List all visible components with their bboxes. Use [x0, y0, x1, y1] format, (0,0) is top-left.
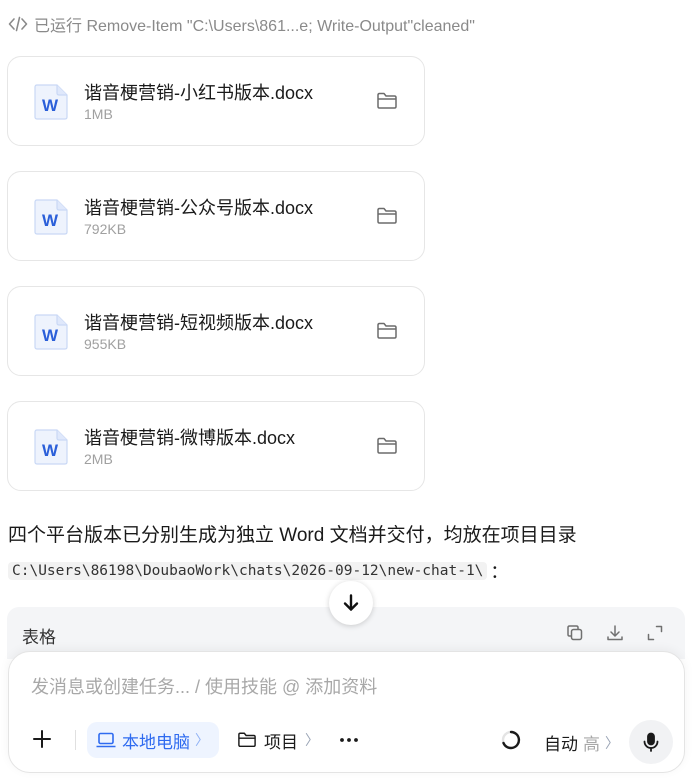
- auto-mode-level: 高: [583, 735, 600, 754]
- download-icon[interactable]: [605, 623, 625, 643]
- folder-icon: [237, 731, 257, 749]
- folder-icon[interactable]: [376, 91, 398, 111]
- file-card[interactable]: W 谐音梗营销-公众号版本.docx 792KB: [7, 171, 425, 261]
- chevron-right-icon: 〉: [305, 732, 319, 748]
- file-card[interactable]: W 谐音梗营销-短视频版本.docx 955KB: [7, 286, 425, 376]
- project-button[interactable]: 项目 〉: [233, 722, 323, 758]
- scroll-to-bottom-button[interactable]: [329, 581, 373, 625]
- more-options-button[interactable]: [337, 728, 361, 752]
- file-name: 谐音梗营销-公众号版本.docx: [84, 198, 314, 218]
- project-label: 项目: [264, 732, 298, 752]
- file-card[interactable]: W 谐音梗营销-微博版本.docx 2MB: [7, 401, 425, 491]
- local-computer-label: 本地电脑: [122, 732, 190, 752]
- command-run-line[interactable]: 已运行 Remove-Item "C:\Users\861...e; Write…: [8, 12, 475, 36]
- chat-page: 已运行 Remove-Item "C:\Users\861...e; Write…: [0, 0, 698, 778]
- copy-icon[interactable]: [565, 623, 585, 643]
- laptop-icon: [95, 730, 117, 750]
- add-attachment-button[interactable]: [31, 728, 53, 750]
- path-line: C:\Users\86198\DoubaoWork\chats\2026-09-…: [8, 558, 508, 584]
- table-label: 表格: [22, 628, 56, 647]
- chevron-right-icon: 〉: [605, 734, 619, 751]
- file-name: 谐音梗营销-微博版本.docx: [84, 428, 296, 448]
- command-text: 已运行 Remove-Item "C:\Users\861...e; Write…: [34, 18, 475, 35]
- project-path: C:\Users\86198\DoubaoWork\chats\2026-09-…: [8, 562, 488, 580]
- auto-mode-selector[interactable]: 自动 高 〉: [544, 730, 619, 755]
- folder-icon[interactable]: [376, 206, 398, 226]
- code-icon: [8, 14, 28, 34]
- auto-mode-label: 自动: [544, 735, 578, 754]
- file-size: 1MB: [84, 106, 113, 122]
- svg-text:W: W: [42, 96, 59, 115]
- local-computer-button[interactable]: 本地电脑 〉: [87, 722, 219, 758]
- svg-text:W: W: [42, 211, 59, 230]
- expand-icon[interactable]: [645, 623, 665, 643]
- word-doc-icon: W: [31, 312, 71, 352]
- word-doc-icon: W: [31, 82, 71, 122]
- file-size: 955KB: [84, 336, 127, 352]
- file-name: 谐音梗营销-小红书版本.docx: [84, 83, 314, 103]
- file-card[interactable]: W 谐音梗营销-小红书版本.docx 1MB: [7, 56, 425, 146]
- voice-input-button[interactable]: [629, 720, 673, 764]
- svg-text:W: W: [42, 441, 59, 460]
- svg-text:W: W: [42, 326, 59, 345]
- microphone-icon: [640, 731, 662, 753]
- path-suffix: ：: [490, 562, 509, 582]
- folder-icon[interactable]: [376, 436, 398, 456]
- toolbar-divider: [75, 730, 76, 750]
- folder-icon[interactable]: [376, 321, 398, 341]
- message-composer: 本地电脑 〉 项目 〉 自动 高 〉: [8, 651, 685, 773]
- file-name: 谐音梗营销-短视频版本.docx: [84, 313, 314, 333]
- summary-text: 四个平台版本已分别生成为独立 Word 文档并交付，均放在项目目录: [8, 525, 577, 546]
- file-size: 2MB: [84, 451, 113, 467]
- loading-spinner-icon: [500, 729, 522, 751]
- arrow-down-icon: [340, 592, 362, 614]
- word-doc-icon: W: [31, 197, 71, 237]
- chevron-right-icon: 〉: [195, 732, 209, 748]
- message-input[interactable]: [31, 672, 651, 702]
- word-doc-icon: W: [31, 427, 71, 467]
- file-size: 792KB: [84, 221, 127, 237]
